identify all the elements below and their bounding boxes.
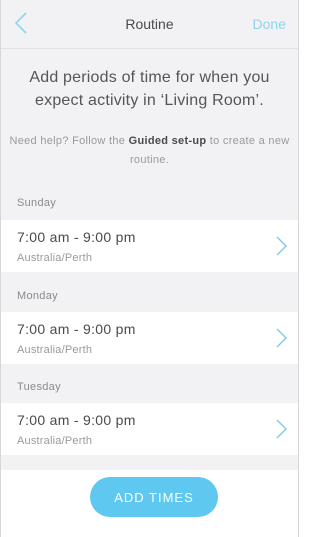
help-text: Need help? Follow the Guided set-up to c… <box>9 132 290 170</box>
add-times-button[interactable]: ADD TIMES <box>90 477 218 517</box>
timezone-label: Australia/Perth <box>17 252 93 264</box>
chevron-right-icon <box>276 419 287 439</box>
timezone-label: Australia/Perth <box>17 344 93 356</box>
routine-row-sunday[interactable]: 7:00 am - 9:00 pm Australia/Perth <box>1 220 298 272</box>
time-range: 7:00 am - 9:00 pm <box>17 412 136 428</box>
done-button[interactable]: Done <box>253 16 286 32</box>
intro-text: Add periods of time for when you expect … <box>29 69 270 109</box>
routine-row-monday[interactable]: 7:00 am - 9:00 pm Australia/Perth <box>1 312 298 364</box>
routine-row-tuesday[interactable]: 7:00 am - 9:00 pm Australia/Perth <box>1 403 298 455</box>
day-header-monday: Monday <box>17 290 58 302</box>
nav-bar: Routine Done <box>1 0 298 49</box>
day-header-sunday: Sunday <box>17 197 57 209</box>
day-header-tuesday: Tuesday <box>17 381 61 393</box>
chevron-right-icon <box>276 236 287 256</box>
routine-screen: Routine Done Add periods of time for whe… <box>0 0 299 537</box>
time-range: 7:00 am - 9:00 pm <box>17 229 136 245</box>
guided-setup-link[interactable]: Guided set-up <box>129 135 207 147</box>
timezone-label: Australia/Perth <box>17 435 93 447</box>
chevron-right-icon <box>276 328 287 348</box>
footer-bar: ADD TIMES <box>1 470 298 537</box>
help-text-before: Need help? Follow the <box>9 135 129 147</box>
time-range: 7:00 am - 9:00 pm <box>17 321 136 337</box>
